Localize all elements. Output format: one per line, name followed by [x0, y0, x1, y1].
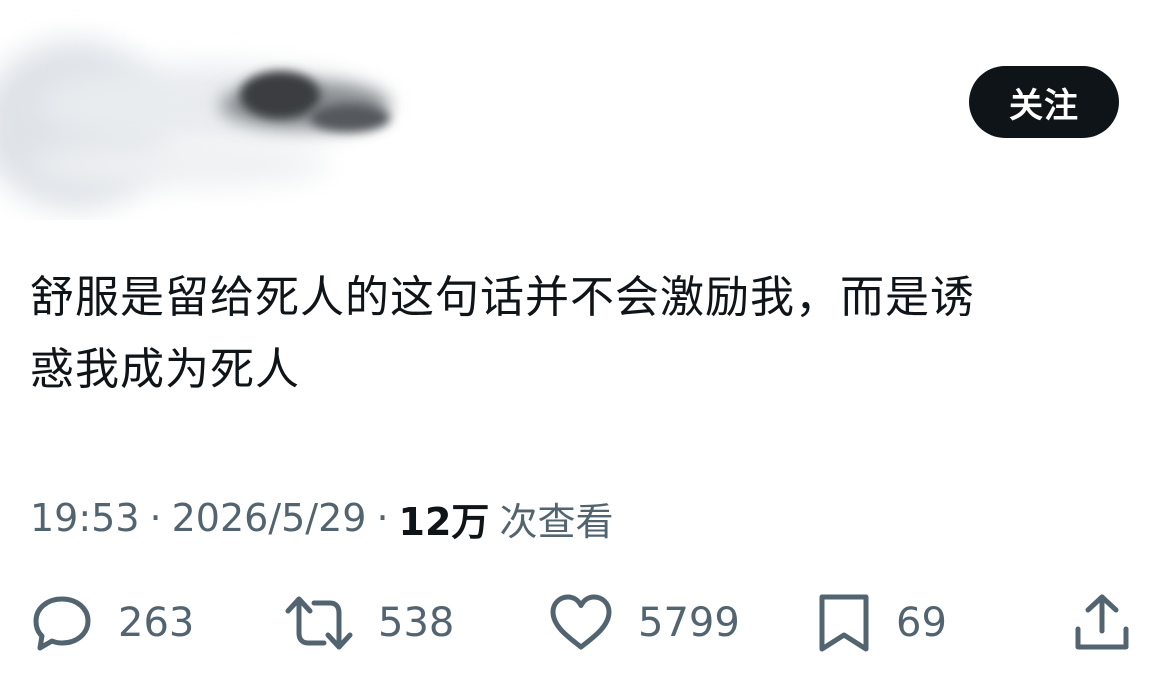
- bookmark-icon: [819, 594, 869, 652]
- share-button[interactable]: [1070, 585, 1134, 661]
- meta-separator: ·: [376, 496, 389, 540]
- like-count: 5799: [638, 600, 740, 646]
- heart-icon: [550, 594, 612, 650]
- blurred-author-info: [0, 40, 390, 210]
- tweet-header: 关注: [0, 0, 1170, 230]
- views-count[interactable]: 12万: [399, 491, 490, 546]
- retweet-button[interactable]: 538: [284, 585, 454, 661]
- follow-button[interactable]: 关注: [969, 66, 1119, 138]
- like-button[interactable]: 5799: [548, 585, 740, 661]
- share-icon: [1075, 594, 1129, 650]
- bookmark-count: 69: [896, 600, 947, 646]
- views-label: 次查看: [499, 499, 614, 544]
- retweet-icon: [285, 596, 353, 650]
- reply-icon: [33, 596, 91, 651]
- tweet-actions: 263 538 5799 69: [0, 585, 1170, 661]
- retweet-count: 538: [378, 600, 455, 646]
- tweet-time[interactable]: 19:53: [30, 496, 140, 540]
- tweet-text-line-1: 舒服是留给死人的这句话并不会激励我，而是诱: [30, 272, 975, 323]
- meta-separator: ·: [149, 496, 162, 540]
- bookmark-button[interactable]: 69: [816, 585, 947, 661]
- tweet-text-line-2: 惑我成为死人: [30, 344, 300, 395]
- tweet-meta: 19:53 · 2026/5/29 · 12万 次查看: [30, 490, 613, 546]
- reply-count: 263: [118, 600, 195, 646]
- tweet-text: 舒服是留给死人的这句话并不会激励我，而是诱 惑我成为死人: [30, 262, 1130, 406]
- reply-button[interactable]: 263: [30, 585, 194, 661]
- tweet-date[interactable]: 2026/5/29: [172, 496, 367, 540]
